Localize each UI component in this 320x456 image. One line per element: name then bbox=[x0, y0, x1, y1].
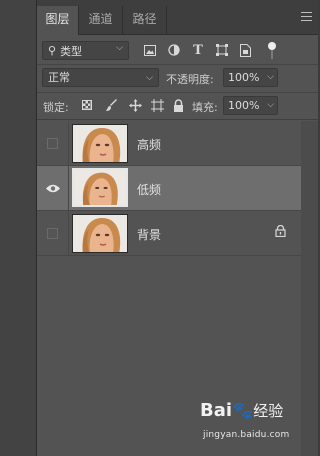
layer-name[interactable]: 高频 bbox=[137, 136, 161, 153]
type-layer-filter-icon[interactable]: T bbox=[191, 43, 205, 58]
eye-icon bbox=[45, 184, 60, 193]
layer-name[interactable]: 低频 bbox=[137, 181, 161, 198]
divider bbox=[37, 92, 318, 93]
opacity-value: 100% bbox=[228, 71, 260, 84]
layers-list: 高频 低频 背景 bbox=[37, 121, 301, 256]
filter-kind-select[interactable]: ⚲ 类型 ⌵ bbox=[42, 41, 129, 60]
visibility-toggle[interactable] bbox=[37, 166, 69, 211]
layer-thumbnail bbox=[72, 168, 128, 207]
chevron-down-icon: ⌵ bbox=[267, 100, 274, 110]
lock-artboard-icon[interactable] bbox=[150, 98, 164, 112]
fill-field[interactable]: 100% ⌵ bbox=[223, 96, 278, 115]
lock-transparent-pixels-icon[interactable] bbox=[80, 98, 94, 112]
opacity-label: 不透明度: bbox=[166, 73, 214, 86]
paw-icon: 🐾 bbox=[232, 401, 254, 421]
tab-paths[interactable]: 路径 bbox=[123, 6, 167, 35]
opacity-field[interactable]: 100% ⌵ bbox=[223, 68, 278, 87]
fill-value: 100% bbox=[228, 99, 260, 112]
divider bbox=[37, 64, 318, 65]
watermark-url: jingyan.baidu.com bbox=[203, 430, 290, 440]
chevron-down-icon: ⌵ bbox=[116, 43, 123, 53]
smart-object-filter-icon[interactable] bbox=[238, 43, 252, 57]
lock-label: 锁定: bbox=[43, 101, 69, 114]
watermark-logo: Bai🐾经验 bbox=[200, 400, 284, 421]
hamburger-menu-icon[interactable] bbox=[301, 12, 312, 21]
fill-label: 填充: bbox=[192, 101, 218, 114]
lock-position-icon[interactable] bbox=[128, 98, 142, 112]
pixel-layer-filter-icon[interactable] bbox=[143, 43, 157, 57]
lock-all-icon[interactable] bbox=[171, 98, 185, 112]
layer-thumbnail bbox=[72, 124, 128, 163]
chevron-down-icon: ⌵ bbox=[146, 73, 153, 83]
visibility-toggle[interactable] bbox=[37, 121, 69, 166]
blend-mode-select[interactable]: 正常 ⌵ bbox=[42, 68, 159, 87]
layer-filter-row: ⚲ 类型 ⌵ T bbox=[37, 39, 318, 63]
layer-thumbnail bbox=[72, 214, 128, 253]
shape-layer-filter-icon[interactable] bbox=[215, 43, 229, 57]
chevron-down-icon: ⌵ bbox=[267, 72, 274, 82]
layer-row-background[interactable]: 背景 bbox=[37, 211, 301, 256]
watermark: Bai🐾经验 jingyan.baidu.com bbox=[200, 400, 318, 456]
layer-row-low-frequency[interactable]: 低频 bbox=[37, 166, 301, 211]
visibility-off-box bbox=[47, 228, 58, 239]
visibility-toggle[interactable] bbox=[37, 211, 69, 256]
blend-mode-value: 正常 bbox=[48, 71, 70, 84]
lock-image-pixels-icon[interactable] bbox=[104, 98, 118, 112]
layers-panel: 图层 通道 路径 ⚲ 类型 ⌵ T 正常 ⌵ 不透明度: 100% ⌵ 锁定: … bbox=[37, 0, 318, 456]
filter-kind-label: 类型 bbox=[60, 44, 83, 58]
tab-layers[interactable]: 图层 bbox=[37, 6, 79, 35]
adjustment-layer-filter-icon[interactable] bbox=[167, 43, 181, 57]
filter-on-off-toggle[interactable] bbox=[267, 42, 277, 60]
layer-row-high-frequency[interactable]: 高频 bbox=[37, 121, 301, 166]
panel-tab-bar: 图层 通道 路径 bbox=[37, 0, 318, 35]
tab-channels[interactable]: 通道 bbox=[79, 6, 123, 35]
lock-icon[interactable] bbox=[275, 224, 287, 239]
divider bbox=[37, 119, 318, 120]
visibility-off-box bbox=[47, 138, 58, 149]
search-icon: ⚲ bbox=[48, 44, 57, 57]
tool-panel-gutter bbox=[0, 0, 37, 456]
layer-name[interactable]: 背景 bbox=[137, 226, 161, 243]
